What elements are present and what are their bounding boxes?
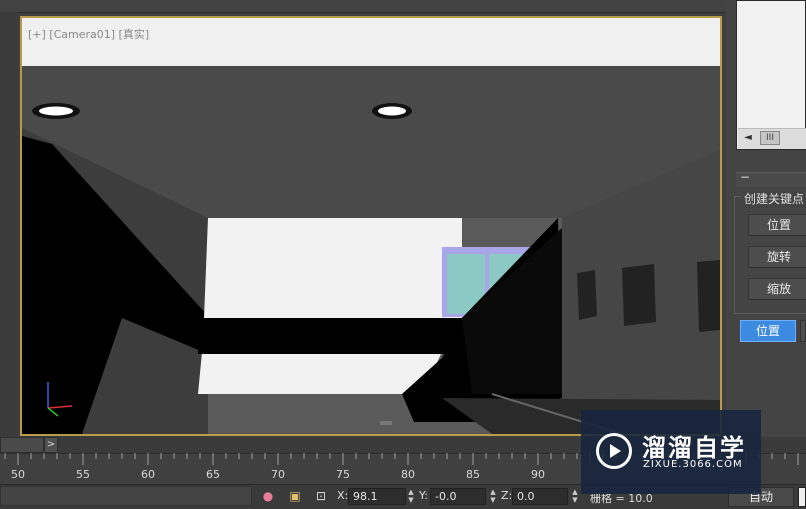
beam bbox=[198, 318, 468, 354]
ruler-label: 70 bbox=[271, 468, 285, 481]
ruler-label: 60 bbox=[141, 468, 155, 481]
ruler-label: 80 bbox=[401, 468, 415, 481]
y-spinner-icon[interactable]: ▲ ▼ bbox=[488, 488, 498, 505]
camera-viewport[interactable]: [+] [Camera01] [真实] bbox=[20, 16, 722, 436]
lock-icon[interactable]: ▣ bbox=[287, 488, 303, 504]
ruler-label: 65 bbox=[206, 468, 220, 481]
ruler-label: 90 bbox=[531, 468, 545, 481]
z-label: Z: bbox=[501, 489, 513, 502]
left-toolbar bbox=[0, 12, 17, 436]
z-spinner-icon[interactable]: ▲ ▼ bbox=[570, 488, 580, 505]
status-prompt bbox=[0, 486, 252, 506]
set-key-field[interactable] bbox=[798, 487, 806, 507]
x-spinner-icon[interactable]: ▲ ▼ bbox=[406, 488, 416, 505]
top-toolbar bbox=[0, 0, 806, 13]
absolute-mode-icon[interactable]: ⊡ bbox=[313, 488, 329, 504]
scroll-thumb[interactable]: III bbox=[760, 131, 780, 145]
watermark-title: 溜溜自学 bbox=[642, 434, 746, 462]
scroll-left-arrow-icon[interactable]: ◄ bbox=[742, 131, 754, 145]
scale-button[interactable]: 缩放 bbox=[748, 278, 806, 300]
selection-lock-pin-icon[interactable]: ● bbox=[260, 488, 276, 504]
collapse-icon[interactable]: − bbox=[740, 170, 750, 184]
next-frame-button[interactable]: > bbox=[44, 437, 58, 453]
ruler-label: 75 bbox=[336, 468, 350, 481]
y-label: Y: bbox=[419, 489, 428, 502]
scene-render bbox=[22, 18, 720, 434]
z-coordinate-field[interactable]: 0.0 bbox=[512, 488, 568, 505]
ruler-label: 50 bbox=[11, 468, 25, 481]
time-slider-track[interactable] bbox=[0, 437, 44, 453]
viewport-label[interactable]: [+] [Camera01] [真实] bbox=[28, 26, 149, 42]
ruler-label: 55 bbox=[76, 468, 90, 481]
play-icon bbox=[610, 444, 621, 458]
position-button[interactable]: 位置 bbox=[748, 214, 806, 236]
key-button-edge[interactable] bbox=[800, 320, 806, 342]
far-opening bbox=[204, 218, 462, 318]
x-coordinate-field[interactable]: 98.1 bbox=[348, 488, 406, 505]
watermark-url: ZIXUE.3066.COM bbox=[643, 459, 743, 470]
group-title: 创建关键点 bbox=[742, 190, 806, 207]
x-label: X: bbox=[337, 489, 349, 502]
y-coordinate-field[interactable]: -0.0 bbox=[430, 488, 486, 505]
key-position-button[interactable]: 位置 bbox=[740, 320, 796, 342]
ruler-label: 85 bbox=[466, 468, 480, 481]
rotate-button[interactable]: 旋转 bbox=[748, 246, 806, 268]
